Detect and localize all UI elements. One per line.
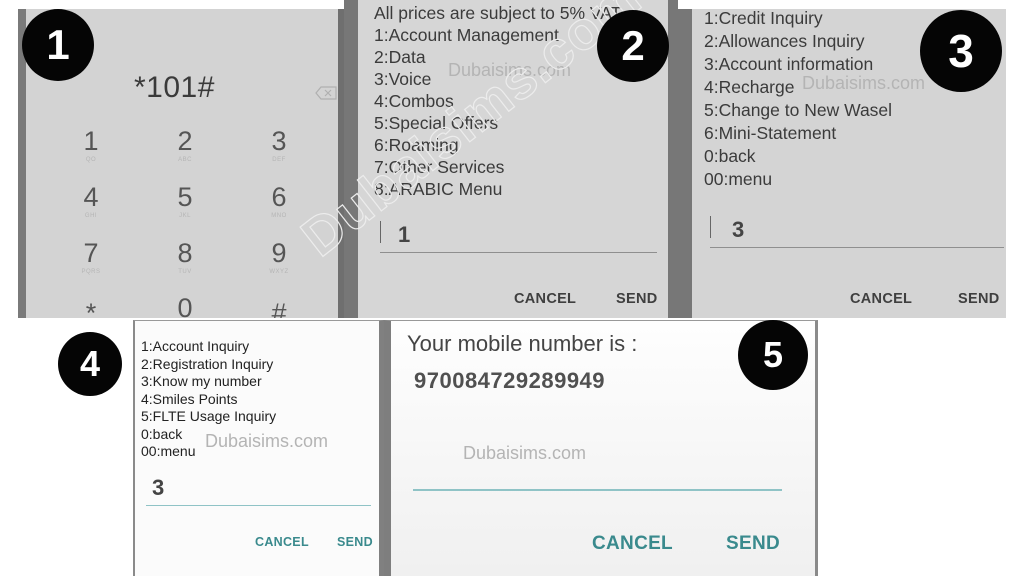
key-7[interactable]: 7 PQRS bbox=[56, 239, 126, 275]
menu-line: 3:Know my number bbox=[141, 373, 262, 389]
menu-line: 6:Mini-Statement bbox=[704, 123, 837, 143]
key-1[interactable]: 1 QO bbox=[56, 127, 126, 163]
key-8[interactable]: 8 TUV bbox=[150, 239, 220, 275]
send-button[interactable]: SEND bbox=[726, 533, 780, 555]
key-5[interactable]: 5 JKL bbox=[150, 183, 220, 219]
watermark: Dubaisims.com bbox=[802, 73, 926, 93]
watermark: Dubaisims.com bbox=[205, 431, 329, 451]
menu-line: 4:Smiles Points bbox=[141, 390, 238, 407]
key-0[interactable]: 0 bbox=[150, 294, 220, 318]
step-badge-5: 5 bbox=[738, 320, 808, 390]
menu-line: 2:Registration Inquiry bbox=[141, 355, 274, 372]
menu-line: 5:Change to New Wasel bbox=[704, 100, 893, 120]
send-button[interactable]: SEND bbox=[616, 291, 658, 307]
text-cursor bbox=[710, 216, 711, 238]
menu-line: 2:Allowances Inquiry bbox=[704, 31, 865, 51]
step4-account-info-menu: 1:Account Inquiry 2:Registration Inquiry… bbox=[133, 320, 384, 576]
send-button[interactable]: SEND bbox=[337, 535, 373, 549]
menu-line: 0:back bbox=[704, 146, 756, 166]
step-badge-4: 4 bbox=[58, 332, 122, 396]
key-4[interactable]: 4 GHI bbox=[56, 183, 126, 219]
send-button[interactable]: SEND bbox=[958, 291, 1000, 307]
menu-line: 00:menu bbox=[704, 169, 773, 189]
cancel-button[interactable]: CANCEL bbox=[514, 291, 576, 307]
cancel-button[interactable]: CANCEL bbox=[592, 533, 673, 555]
menu-list: 1:Credit Inquiry 2:Allowances Inquiry 3:… bbox=[704, 9, 892, 191]
reply-input[interactable]: 1 bbox=[380, 218, 657, 253]
step-badge-1: 1 bbox=[22, 9, 94, 81]
mobile-number: 970084729289949 bbox=[414, 368, 606, 393]
key-2[interactable]: 2 ABC bbox=[150, 127, 220, 163]
key-star[interactable]: * bbox=[56, 299, 126, 318]
key-hash[interactable]: # bbox=[244, 299, 314, 318]
result-message: Your mobile number is : bbox=[407, 331, 638, 356]
reply-input[interactable]: 3 bbox=[146, 471, 371, 506]
cancel-button[interactable]: CANCEL bbox=[255, 535, 309, 549]
key-9[interactable]: 9 WXYZ bbox=[244, 239, 314, 275]
key-3[interactable]: 3 DEF bbox=[244, 127, 314, 163]
reply-input[interactable] bbox=[413, 459, 782, 491]
dial-input[interactable]: *101# bbox=[134, 71, 215, 105]
cancel-button[interactable]: CANCEL bbox=[850, 291, 912, 307]
menu-line: 1:Account Inquiry bbox=[141, 338, 250, 354]
step-badge-2: 2 bbox=[597, 10, 669, 82]
reply-input[interactable]: 3 bbox=[710, 213, 1004, 248]
backspace-icon[interactable] bbox=[315, 86, 337, 100]
menu-line: 1:Credit Inquiry bbox=[704, 9, 823, 28]
menu-line: 5:FLTE Usage Inquiry bbox=[141, 408, 277, 424]
step-badge-3: 3 bbox=[920, 10, 1002, 92]
